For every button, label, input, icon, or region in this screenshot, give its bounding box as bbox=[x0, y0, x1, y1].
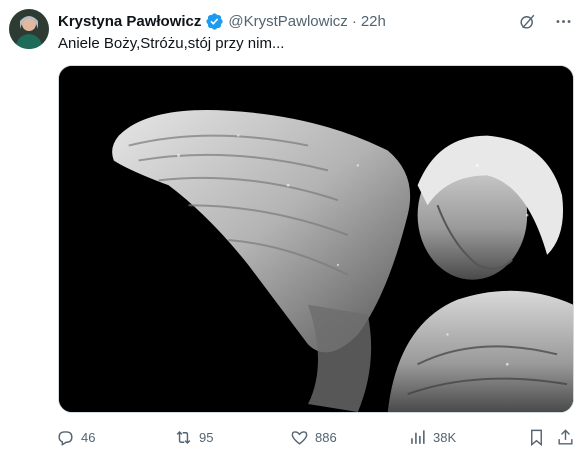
verified-badge-icon bbox=[205, 12, 224, 31]
views-icon bbox=[411, 429, 425, 444]
more-icon[interactable] bbox=[552, 10, 574, 32]
tweet-header: Krystyna Pawłowicz @KrystPawlowicz · 22h bbox=[58, 11, 386, 31]
reply-icon bbox=[58, 430, 73, 446]
reply-count: 46 bbox=[81, 429, 96, 445]
retweet-count: 95 bbox=[199, 429, 214, 445]
share-icon bbox=[558, 428, 573, 445]
tweet-image[interactable] bbox=[58, 65, 574, 413]
like-count: 886 bbox=[315, 429, 337, 445]
author-name[interactable]: Krystyna Pawłowicz bbox=[58, 13, 201, 30]
views-button[interactable]: 38K bbox=[408, 426, 456, 448]
like-button[interactable]: 886 bbox=[290, 426, 337, 448]
share-button[interactable] bbox=[556, 426, 575, 448]
tweet-text: Aniele Boży,Stróżu,stój przy nim... bbox=[58, 35, 285, 52]
view-count: 38K bbox=[433, 429, 457, 445]
author-handle[interactable]: @KrystPawlowicz bbox=[228, 13, 347, 30]
retweet-icon bbox=[176, 430, 191, 444]
reply-button[interactable]: 46 bbox=[56, 426, 95, 448]
heart-icon bbox=[291, 430, 308, 445]
avatar[interactable] bbox=[9, 9, 49, 49]
angel-statue-photo bbox=[59, 66, 573, 412]
grok-icon[interactable] bbox=[516, 10, 538, 32]
separator-dot: · bbox=[351, 12, 357, 30]
tweet-top-actions bbox=[516, 10, 574, 32]
timestamp[interactable]: 22h bbox=[361, 13, 386, 30]
bookmark-icon bbox=[531, 429, 542, 446]
bookmark-button[interactable] bbox=[527, 426, 546, 448]
retweet-button[interactable]: 95 bbox=[174, 426, 213, 448]
tweet-actions: 46 95 886 38K bbox=[56, 426, 578, 448]
